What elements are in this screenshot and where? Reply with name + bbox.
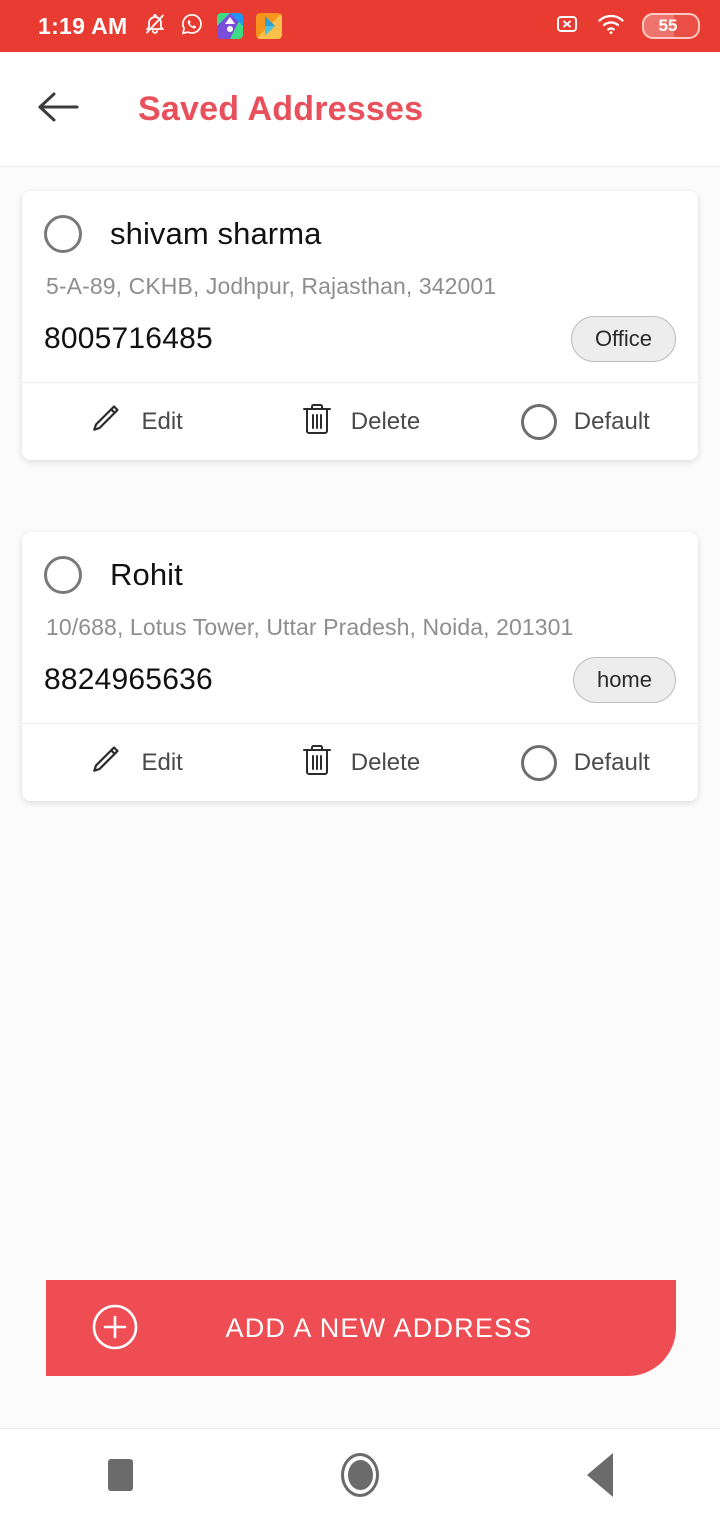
set-default-button[interactable]: Default <box>473 724 698 801</box>
address-type-badge[interactable]: home <box>572 657 676 703</box>
back-button[interactable] <box>30 81 86 137</box>
sim-card-x-icon <box>554 11 580 42</box>
address-name-row: shivam sharma <box>44 215 676 253</box>
whatsapp-icon <box>180 12 204 41</box>
default-label: Default <box>573 407 650 435</box>
address-phone-row: 8005716485 Office <box>44 316 676 362</box>
address-select-radio[interactable] <box>44 556 82 594</box>
triangle-back-icon <box>587 1452 613 1497</box>
address-name-row: Rohit <box>44 556 676 594</box>
cta-container: ADD A NEW ADDRESS <box>0 1280 720 1376</box>
address-line: 5-A-89, CKHB, Jodhpur, Rajasthan, 342001 <box>46 273 497 299</box>
default-radio-icon <box>520 403 557 440</box>
nav-recents-button[interactable] <box>65 1429 175 1520</box>
address-phone-row: 8824965636 home <box>44 657 676 703</box>
address-phone: 8824965636 <box>44 663 213 696</box>
status-time: 1:19 AM <box>38 12 128 39</box>
square-recents-icon <box>107 1458 133 1491</box>
trash-icon <box>300 741 334 784</box>
pencil-icon <box>86 741 124 784</box>
default-label: Default <box>573 748 650 776</box>
set-default-button[interactable]: Default <box>473 383 698 460</box>
address-actions: Edit Delete Default <box>22 723 698 801</box>
app-icon-orange <box>256 13 283 39</box>
circle-home-inner <box>347 1459 373 1490</box>
delete-label: Delete <box>350 407 421 435</box>
android-nav-bar <box>0 1428 720 1520</box>
circle-home-icon <box>341 1452 379 1497</box>
plus-circle-icon <box>88 1300 142 1357</box>
address-type-badge[interactable]: Office <box>570 316 676 362</box>
battery-indicator: 55 <box>642 13 700 39</box>
delete-button[interactable]: Delete <box>247 724 472 801</box>
status-bar: 1:19 AM 55 <box>0 0 720 52</box>
address-card-body: Rohit 10/688, Lotus Tower, Uttar Pradesh… <box>22 532 698 723</box>
edit-button[interactable]: Edit <box>22 383 247 460</box>
trash-icon <box>300 400 334 443</box>
status-bar-right: 55 <box>554 11 700 42</box>
address-name: Rohit <box>110 557 183 592</box>
nav-home-button[interactable] <box>305 1429 415 1520</box>
address-select-radio[interactable] <box>44 215 82 253</box>
address-actions: Edit Delete Default <box>22 382 698 460</box>
address-name: shivam sharma <box>110 216 322 251</box>
app-icon-teal <box>217 13 244 39</box>
address-phone: 8005716485 <box>44 322 213 355</box>
app-header: Saved Addresses <box>0 52 720 167</box>
address-card[interactable]: Rohit 10/688, Lotus Tower, Uttar Pradesh… <box>22 532 698 801</box>
add-new-address-button[interactable]: ADD A NEW ADDRESS <box>46 1280 676 1376</box>
back-arrow-icon <box>35 90 81 129</box>
bell-muted-icon <box>143 12 167 41</box>
default-radio-icon <box>520 744 557 781</box>
edit-label: Edit <box>141 748 183 776</box>
edit-label: Edit <box>141 407 183 435</box>
delete-label: Delete <box>350 748 421 776</box>
wifi-icon <box>597 12 625 41</box>
address-card[interactable]: shivam sharma 5-A-89, CKHB, Jodhpur, Raj… <box>22 191 698 460</box>
page-title: Saved Addresses <box>138 89 424 128</box>
status-bar-left: 1:19 AM <box>38 12 283 41</box>
pencil-icon <box>86 400 124 443</box>
address-list: shivam sharma 5-A-89, CKHB, Jodhpur, Raj… <box>0 167 720 1280</box>
edit-button[interactable]: Edit <box>22 724 247 801</box>
delete-button[interactable]: Delete <box>247 383 472 460</box>
address-card-body: shivam sharma 5-A-89, CKHB, Jodhpur, Raj… <box>22 191 698 382</box>
add-new-address-label: ADD A NEW ADDRESS <box>225 1312 533 1343</box>
battery-level: 55 <box>658 16 678 35</box>
address-line: 10/688, Lotus Tower, Uttar Pradesh, Noid… <box>46 614 574 640</box>
nav-back-button[interactable] <box>545 1429 655 1520</box>
